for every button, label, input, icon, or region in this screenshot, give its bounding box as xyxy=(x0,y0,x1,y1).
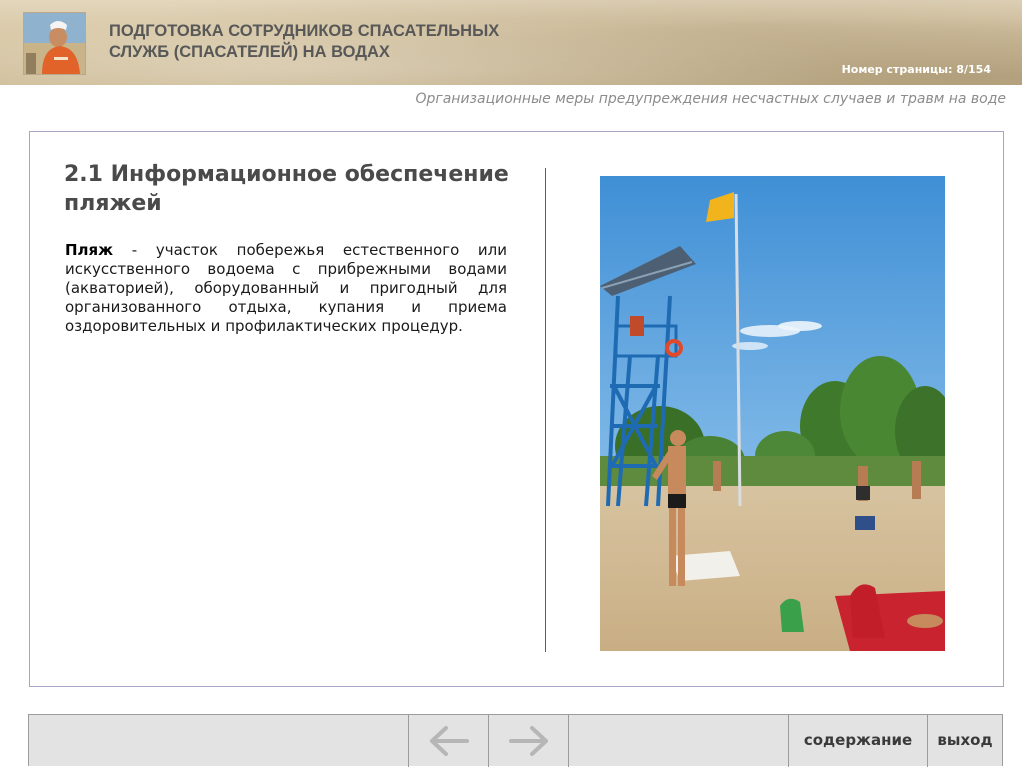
exit-button-label: выход xyxy=(937,731,993,749)
section-subtitle: Организационные меры предупреждения несч… xyxy=(415,91,1006,107)
lesson-definition: - участок побережья естественного или ис… xyxy=(65,241,507,335)
vertical-divider xyxy=(545,168,546,652)
course-title-line-2: СЛУЖБ (СПАСАТЕЛЕЙ) НА ВОДАХ xyxy=(109,43,390,61)
forward-button[interactable] xyxy=(488,715,568,767)
arrow-right-icon xyxy=(508,726,548,756)
course-title: ПОДГОТОВКА СОТРУДНИКОВ СПАСАТЕЛЬНЫХ СЛУЖ… xyxy=(109,21,529,63)
content-frame: 2.1 Информационное обеспечение пляжей Пл… xyxy=(29,131,1004,687)
exit-button[interactable]: выход xyxy=(927,715,1002,767)
navigation-bar: содержание выход xyxy=(28,714,1003,767)
page-counter-value: 8/154 xyxy=(956,63,991,76)
lesson-title: 2.1 Информационное обеспечение пляжей xyxy=(64,162,509,216)
lifeguard-photo-icon xyxy=(23,12,86,75)
contents-button[interactable]: содержание xyxy=(788,715,927,767)
contents-button-label: содержание xyxy=(803,731,913,749)
page-counter: Номер страницы: 8/154 xyxy=(842,63,991,76)
header-banner: ПОДГОТОВКА СОТРУДНИКОВ СПАСАТЕЛЬНЫХ СЛУЖ… xyxy=(0,0,1022,85)
beach-lifeguard-tower-photo xyxy=(600,176,945,651)
arrow-left-icon xyxy=(429,726,469,756)
lesson-term: Пляж xyxy=(65,241,114,259)
back-button[interactable] xyxy=(408,715,488,767)
navigation-spacer xyxy=(568,715,788,767)
lesson-paragraph: Пляж - участок побережья естественного и… xyxy=(65,241,507,336)
course-title-line-1: ПОДГОТОВКА СОТРУДНИКОВ СПАСАТЕЛЬНЫХ xyxy=(109,22,500,40)
page-counter-label: Номер страницы: xyxy=(841,63,953,76)
